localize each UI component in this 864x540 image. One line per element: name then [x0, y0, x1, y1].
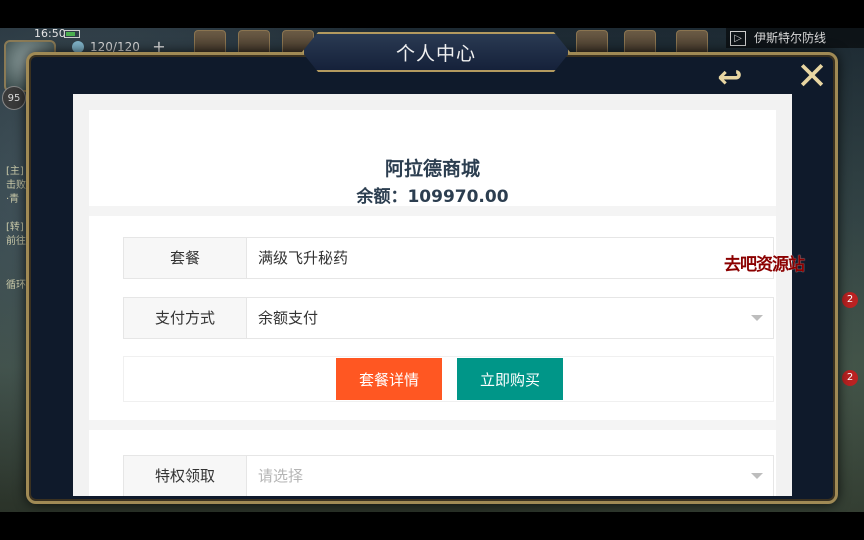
map-name: 伊斯特尔防线 [754, 31, 827, 45]
package-details-button[interactable]: 套餐详情 [336, 358, 442, 400]
store-card: 阿拉德商城 余额：109970.00 套餐 满级飞升秘药 支付方式 余额支付 套… [89, 110, 776, 496]
package-label: 套餐 [124, 238, 247, 278]
modal-title: 个人中心 [395, 42, 476, 65]
bottom-black-bar [0, 512, 864, 540]
privilege-placeholder: 请选择 [258, 467, 304, 485]
quest-text: [主] [6, 166, 24, 177]
quest-text: ·青 [6, 194, 20, 205]
top-black-bar [0, 0, 864, 28]
quest-text: 前往 [6, 236, 26, 247]
store-title: 阿拉德商城 [384, 158, 480, 180]
notification-badge: 2 [842, 292, 858, 308]
map-toggle-icon[interactable]: ▷ [730, 31, 746, 46]
balance-text: 余额：109970.00 [356, 187, 509, 207]
battery-icon [64, 30, 80, 38]
payment-method-label: 支付方式 [124, 298, 247, 338]
section-divider [89, 206, 776, 216]
notification-badge: 2 [842, 370, 858, 386]
watermark-text: 去吧资源站 [724, 255, 805, 275]
payment-method-value: 余额支付 [258, 309, 319, 327]
close-x-icon: ✕ [796, 54, 828, 98]
store-content[interactable]: 阿拉德商城 余额：109970.00 套餐 满级飞升秘药 支付方式 余额支付 套… [73, 94, 792, 496]
quest-text: [转] [6, 222, 24, 233]
close-button[interactable]: ✕ [790, 56, 834, 96]
privilege-label: 特权领取 [124, 456, 247, 496]
package-row[interactable]: 套餐 满级飞升秘药 [123, 237, 774, 279]
section-divider [89, 420, 776, 430]
modal-title-plate: 个人中心 [302, 32, 570, 72]
action-bar [123, 356, 774, 402]
level-badge: 95 [2, 86, 26, 110]
chevron-down-icon [751, 315, 763, 321]
privilege-select[interactable]: 特权领取 请选择 [123, 455, 774, 496]
back-button[interactable]: ↩ [704, 62, 756, 94]
buy-now-button[interactable]: 立即购买 [457, 358, 563, 400]
status-time: 16:50 [34, 27, 66, 40]
chevron-down-icon [751, 473, 763, 479]
minimap-panel[interactable]: ▷ 伊斯特尔防线 [726, 28, 864, 48]
package-value: 满级飞升秘药 [258, 249, 349, 267]
quest-text: 循环 [6, 280, 26, 291]
back-arrow-icon: ↩ [717, 60, 743, 95]
quest-text: 击败 [6, 180, 26, 191]
payment-method-select[interactable]: 支付方式 余额支付 [123, 297, 774, 339]
